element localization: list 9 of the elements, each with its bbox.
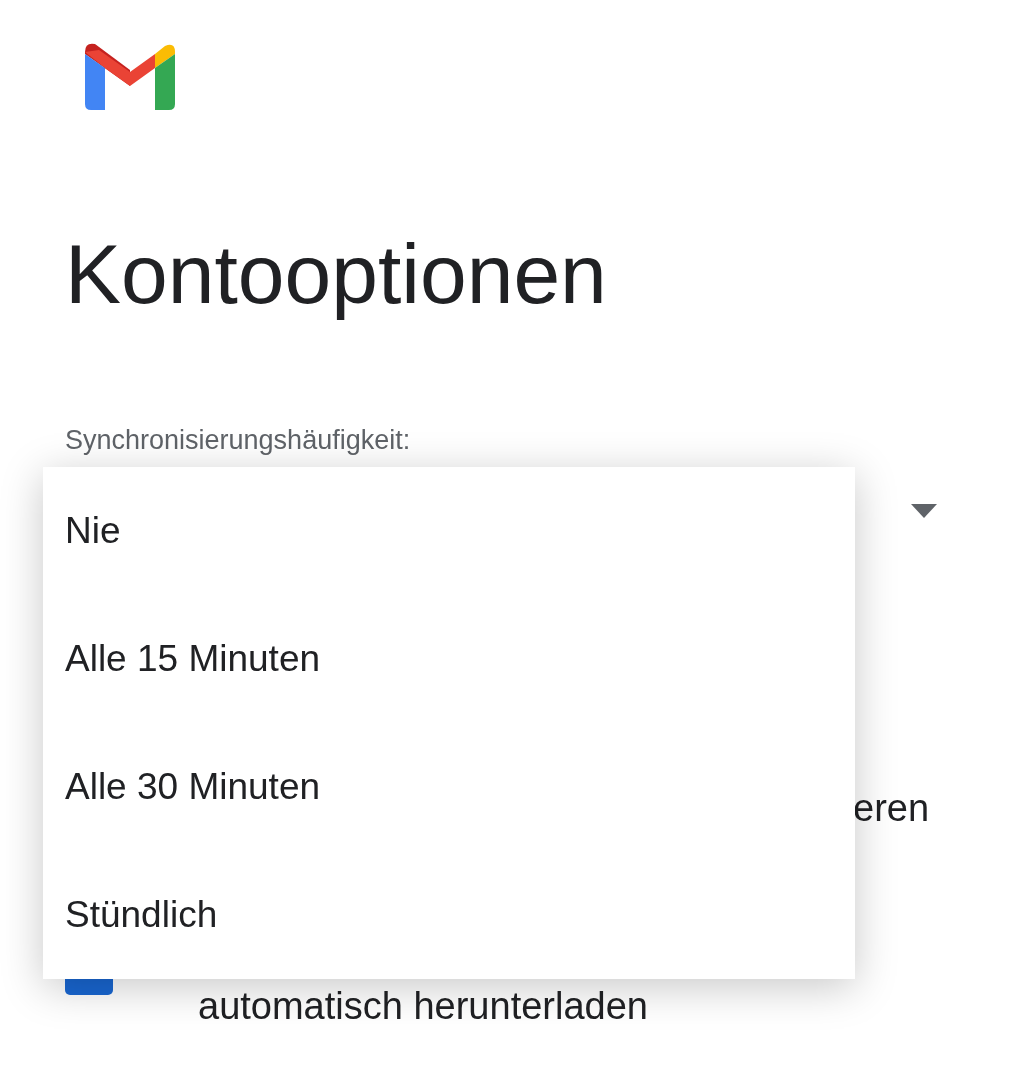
setting-text: automatisch herunterladen [198,986,648,1025]
menu-option[interactable]: Alle 15 Minuten [43,595,855,723]
menu-option[interactable]: Alle 30 Minuten [43,723,855,851]
field-label: Synchronisierungshäufigkeit: [65,424,412,458]
dropdown-arrow-icon[interactable] [911,503,937,518]
page-title: Kontooptionen [65,228,608,321]
menu-option[interactable]: Stündlich [43,851,855,979]
menu-option[interactable]: Nie [43,467,855,595]
setting-text: eren [852,788,931,827]
